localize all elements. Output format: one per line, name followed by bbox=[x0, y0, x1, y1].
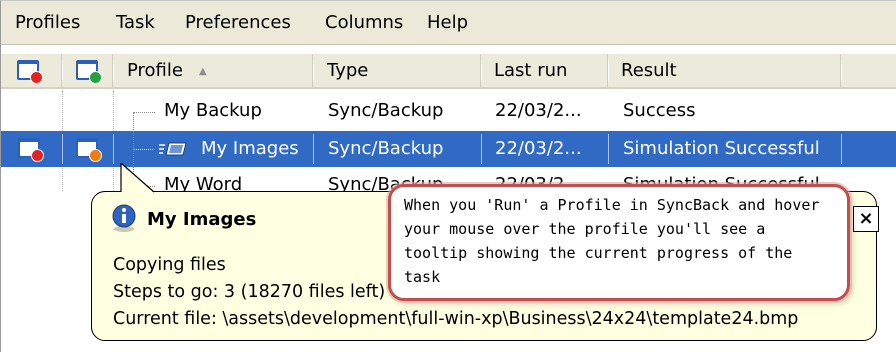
table-row-selected[interactable]: My Images Sync/Backup 22/03/2... Simulat… bbox=[1, 131, 896, 167]
header-run-column[interactable] bbox=[62, 54, 114, 88]
table-row[interactable]: My Backup Sync/Backup 22/03/2... Success bbox=[1, 93, 896, 129]
row-profile-name: My Images bbox=[201, 138, 299, 159]
annotation-text: When you 'Run' a Profile in SyncBack and… bbox=[404, 196, 829, 286]
menu-task[interactable]: Task bbox=[116, 10, 155, 36]
tooltip-pointer bbox=[120, 163, 155, 193]
tooltip-current-file-line: Current file: \assets\development\full-w… bbox=[113, 309, 799, 329]
header-last-run-label: Last run bbox=[494, 60, 568, 81]
menu-profiles[interactable]: Profiles bbox=[15, 10, 80, 36]
run-all-icon[interactable] bbox=[76, 60, 102, 84]
annotation-callout: When you 'Run' a Profile in SyncBack and… bbox=[388, 184, 850, 301]
tooltip-close-button[interactable]: × bbox=[853, 206, 879, 232]
sort-ascending-icon: ▲ bbox=[199, 66, 207, 77]
pause-profile-icon[interactable] bbox=[76, 138, 102, 162]
menu-help[interactable]: Help bbox=[427, 10, 468, 36]
header-profile-label: Profile bbox=[127, 60, 183, 81]
row-last-run: 22/03/2... bbox=[495, 100, 582, 121]
tooltip-steps-line: Steps to go: 3 (18270 files left) bbox=[113, 282, 386, 302]
header-type-label: Type bbox=[327, 60, 369, 81]
header-result-label: Result bbox=[621, 60, 677, 81]
menu-columns[interactable]: Columns bbox=[325, 10, 403, 36]
syncback-window: Profiles Task Preferences Columns Help P… bbox=[0, 0, 896, 352]
header-last-run[interactable]: Last run bbox=[481, 54, 609, 88]
stop-profile-icon[interactable] bbox=[18, 138, 44, 162]
tooltip-status-line: Copying files bbox=[113, 255, 226, 275]
running-profile-icon bbox=[159, 142, 187, 156]
row-result: Simulation Successful bbox=[623, 138, 820, 159]
tree-connector bbox=[133, 149, 153, 150]
list-header: Profile ▲ Type Last run Result bbox=[1, 53, 896, 89]
row-type: Sync/Backup bbox=[328, 100, 444, 121]
row-result: Success bbox=[623, 100, 696, 121]
row-type: Sync/Backup bbox=[328, 138, 444, 159]
header-profile[interactable]: Profile ▲ bbox=[113, 54, 314, 88]
tooltip-title: My Images bbox=[147, 209, 257, 230]
menu-bar: Profiles Task Preferences Columns Help bbox=[1, 1, 896, 45]
info-icon bbox=[112, 204, 136, 232]
row-last-run: 22/03/2... bbox=[495, 138, 582, 159]
header-result[interactable]: Result bbox=[608, 54, 842, 88]
tree-connector bbox=[133, 112, 155, 113]
stop-all-icon[interactable] bbox=[17, 60, 43, 84]
menu-preferences[interactable]: Preferences bbox=[185, 10, 291, 36]
header-type[interactable]: Type bbox=[313, 54, 482, 88]
row-profile-name: My Backup bbox=[164, 100, 262, 121]
header-stop-column[interactable] bbox=[1, 54, 63, 88]
